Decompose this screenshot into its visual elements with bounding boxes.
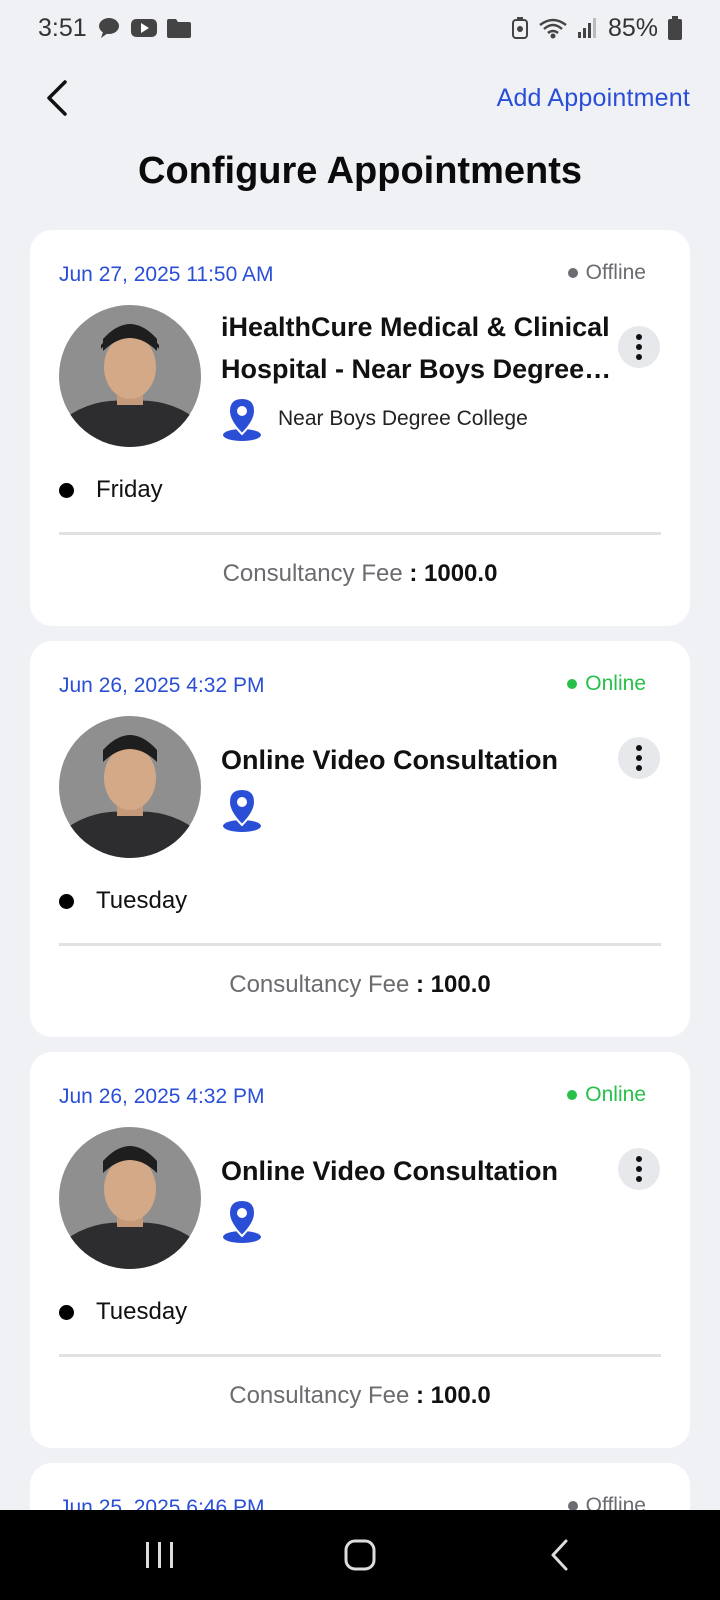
chevron-left-icon (47, 80, 67, 116)
more-options-button[interactable] (618, 326, 660, 368)
appointment-card[interactable]: Jun 27, 2025 11:50 AM Offline iHealthCur… (30, 230, 690, 626)
location-row (221, 787, 278, 833)
app-bar: Add Appointment (0, 62, 720, 134)
home-button[interactable] (330, 1525, 390, 1585)
location-text: Near Boys Degree College (278, 407, 528, 430)
more-vertical-icon (636, 745, 642, 751)
avatar (59, 1127, 201, 1269)
status-label: Online (585, 672, 646, 695)
day-label: Tuesday (96, 1298, 188, 1325)
appointment-datetime: Jun 26, 2025 4:32 PM (59, 1085, 265, 1108)
wifi-icon (538, 17, 568, 39)
avatar (59, 716, 201, 858)
signal-icon (577, 18, 598, 38)
day-label: Tuesday (96, 887, 188, 914)
appointment-clinic-name: Online Video Consultation (221, 745, 559, 775)
chat-bubble-icon (97, 17, 121, 39)
location-row: Near Boys Degree College (221, 396, 528, 442)
fee-row: Consultancy Fee : 100.0 (30, 971, 690, 999)
home-icon (344, 1539, 376, 1571)
status-dot-icon (567, 268, 578, 278)
location-pin-icon (223, 396, 261, 441)
day-row: Tuesday (59, 887, 187, 915)
bullet-icon (59, 893, 74, 909)
system-nav-bar (0, 1510, 720, 1600)
appointment-clinic-name: iHealthCure Medical & Clinical Hospital … (221, 312, 610, 384)
status-dot-icon (567, 679, 578, 689)
location-pin-icon (223, 1198, 261, 1243)
appointment-datetime: Jun 27, 2025 11:50 AM (59, 263, 274, 286)
more-options-button[interactable] (618, 737, 660, 779)
appointment-card[interactable]: Jun 26, 2025 4:32 PM Online Online Video… (30, 641, 690, 1037)
fee-label: Consultancy Fee (222, 560, 403, 587)
back-button[interactable] (36, 76, 80, 120)
bullet-icon (59, 1304, 74, 1320)
divider (59, 1354, 661, 1357)
battery-saver-icon (511, 17, 528, 39)
battery-icon (668, 16, 682, 40)
fee-row: Consultancy Fee : 100.0 (30, 1382, 690, 1410)
status-bar-right: 85% (511, 13, 682, 43)
battery-percent: 85% (607, 13, 658, 42)
divider (59, 532, 661, 535)
appointment-card[interactable]: Jun 26, 2025 4:32 PM Online Online Video… (30, 1052, 690, 1448)
more-options-button[interactable] (618, 1148, 660, 1190)
day-row: Tuesday (59, 1298, 187, 1326)
youtube-icon (130, 18, 157, 38)
appointment-list: Jun 27, 2025 11:50 AM Offline iHealthCur… (30, 230, 690, 1538)
more-vertical-icon (636, 334, 642, 340)
status-badge: Online (567, 1083, 646, 1107)
add-appointment-button[interactable]: Add Appointment (497, 84, 690, 113)
day-label: Friday (96, 476, 163, 503)
status-time: 3:51 (38, 13, 87, 42)
fee-row: Consultancy Fee : 1000.0 (30, 560, 690, 588)
recent-apps-button[interactable] (130, 1525, 190, 1585)
avatar (59, 305, 201, 447)
recent-apps-icon (146, 1542, 173, 1568)
divider (59, 943, 661, 946)
status-badge: Online (567, 672, 646, 696)
status-bar: 3:51 85% (0, 0, 720, 56)
status-label: Online (585, 1083, 646, 1106)
appointment-clinic-name: Online Video Consultation (221, 1156, 559, 1186)
fee-value: : 1000.0 (409, 560, 498, 587)
day-row: Friday (59, 476, 163, 504)
more-vertical-icon (636, 1156, 642, 1162)
bullet-icon (59, 482, 74, 498)
location-pin-icon (223, 787, 261, 832)
fee-label: Consultancy Fee (229, 971, 410, 998)
back-icon (551, 1539, 568, 1571)
fee-label: Consultancy Fee (229, 1382, 410, 1409)
folder-icon (166, 18, 191, 38)
status-badge: Offline (567, 261, 646, 285)
appointment-datetime: Jun 26, 2025 4:32 PM (59, 674, 265, 697)
status-label: Offline (585, 261, 646, 284)
location-row (221, 1198, 278, 1244)
system-back-button[interactable] (530, 1525, 590, 1585)
status-bar-left: 3:51 (38, 14, 191, 43)
page-title: Configure Appointments (138, 150, 582, 192)
status-dot-icon (567, 1090, 578, 1100)
fee-value: : 100.0 (416, 1382, 491, 1409)
fee-value: : 100.0 (416, 971, 491, 998)
